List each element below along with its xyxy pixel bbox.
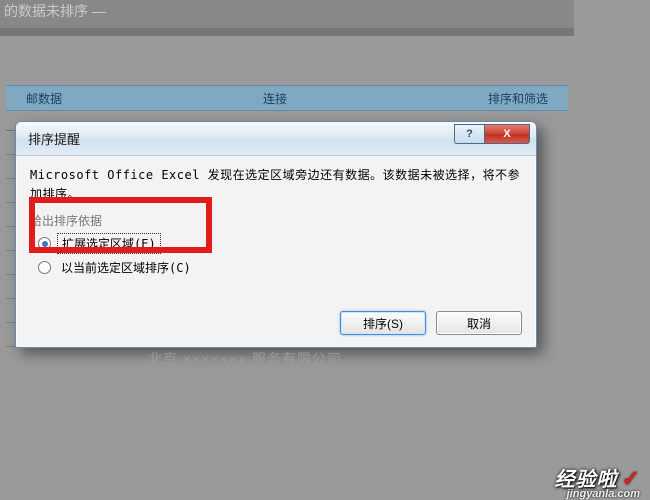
- radio-current-selection[interactable]: 以当前选定区域排序(C): [38, 258, 522, 277]
- cancel-button-label: 取消: [467, 315, 491, 332]
- background-window-title: 的数据未排序 —: [0, 0, 574, 28]
- radio-icon: [38, 261, 51, 274]
- window-buttons: ? X: [454, 124, 530, 144]
- bg-title-text: 的数据未排序 —: [4, 3, 106, 19]
- radio-expand-selection[interactable]: 扩展选定区域(E): [38, 233, 522, 254]
- dialog-title: 排序提醒: [28, 129, 80, 148]
- watermark-domain: jingyanla.com: [567, 488, 640, 500]
- dialog-titlebar[interactable]: 排序提醒 ? X: [16, 122, 536, 156]
- group-label: 给出排序依据: [30, 212, 522, 229]
- dialog-message: Microsoft Office Excel 发现在选定区域旁边还有数据。该数据…: [30, 166, 522, 204]
- radio-expand-label: 扩展选定区域(E): [57, 233, 161, 254]
- ribbon-left: 邮数据: [26, 90, 62, 107]
- background-ribbon: 邮数据 连接 排序和筛选: [6, 85, 568, 111]
- cancel-button[interactable]: 取消: [436, 311, 522, 335]
- sort-button[interactable]: 排序(S): [340, 311, 426, 335]
- radio-current-label: 以当前选定区域排序(C): [57, 258, 195, 277]
- help-icon: ?: [466, 128, 473, 140]
- radio-icon: [38, 237, 51, 250]
- help-button[interactable]: ?: [454, 124, 484, 144]
- screenshot-region: 的数据未排序 — 邮数据 连接 排序和筛选 排序提醒 ? X: [0, 0, 574, 392]
- close-button[interactable]: X: [484, 124, 530, 144]
- ribbon-right: 排序和筛选: [488, 90, 548, 107]
- ribbon-center: 连接: [263, 90, 287, 107]
- dialog-body: Microsoft Office Excel 发现在选定区域旁边还有数据。该数据…: [16, 156, 536, 277]
- sort-warning-dialog: 排序提醒 ? X Microsoft Office Excel 发现在选定区域旁…: [15, 121, 537, 348]
- dialog-button-row: 排序(S) 取消: [340, 311, 522, 335]
- radio-group: 给出排序依据 扩展选定区域(E) 以当前选定区域排序(C): [30, 212, 522, 277]
- sort-button-label: 排序(S): [363, 315, 403, 332]
- close-icon: X: [503, 128, 510, 140]
- background-separator: [0, 28, 574, 36]
- background-blurred-row: 北京 ××××××× 服务有限公司: [148, 349, 342, 369]
